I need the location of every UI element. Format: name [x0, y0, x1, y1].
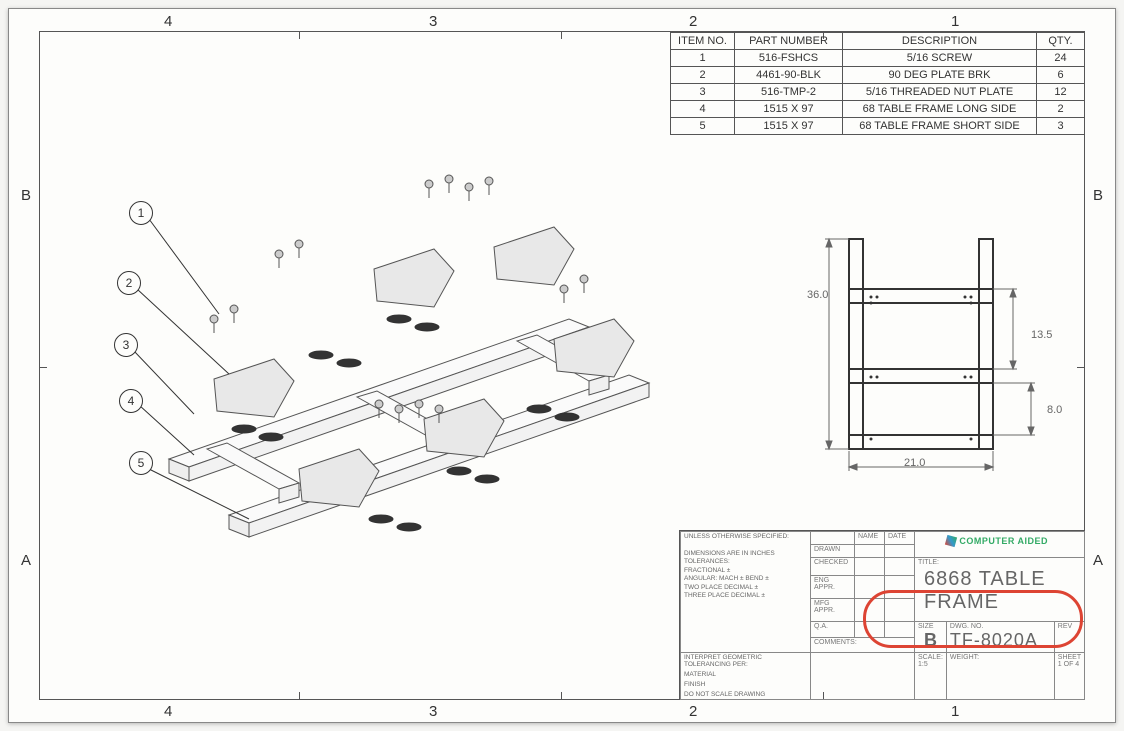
tb-date-header: DATE	[885, 532, 915, 545]
right-ortho-view	[799, 229, 1069, 479]
zone-col-4-top: 4	[164, 13, 172, 30]
tb-drawn: DRAWN	[811, 545, 855, 558]
tb-engappr: ENG APPR.	[811, 575, 855, 598]
tick	[299, 692, 300, 700]
zone-col-1-top: 1	[951, 13, 959, 30]
company-logo: COMPUTER AIDED	[946, 536, 1048, 546]
bom-table: ITEM NO. PART NUMBER DESCRIPTION QTY. 15…	[670, 32, 1085, 135]
bom-h-desc: DESCRIPTION	[843, 33, 1037, 50]
balloon-3: 3	[114, 333, 138, 357]
tb-rev-label: REV	[1054, 622, 1084, 653]
tb-notes: UNLESS OTHERWISE SPECIFIED: DIMENSIONS A…	[684, 533, 807, 601]
bom-row: 41515 X 9768 TABLE FRAME LONG SIDE2	[671, 101, 1085, 118]
drawing-title: 6868 TABLE FRAME	[918, 566, 1081, 620]
tb-weight: WEIGHT:	[946, 653, 1054, 700]
bom-row: 3516-TMP-25/16 THREADED NUT PLATE12	[671, 84, 1085, 101]
bom-row: 51515 X 9768 TABLE FRAME SHORT SIDE3	[671, 118, 1085, 135]
tb-title-label: TITLE:	[918, 559, 1081, 566]
zone-col-3-top: 3	[429, 13, 437, 30]
bom-h-item: ITEM NO.	[671, 33, 735, 50]
tb-name-header: NAME	[855, 532, 885, 545]
dim-13-5: 13.5	[1031, 329, 1052, 341]
zone-row-a-left: A	[21, 552, 31, 569]
tb-checked: CHECKED	[811, 558, 855, 576]
tb-scale: SCALE: 1:5	[915, 653, 947, 700]
tb-comments: COMMENTS:	[811, 637, 915, 653]
drawing-sheet: 4 3 2 1 4 3 2 1 B B A A ITEM NO. PART NU…	[8, 8, 1116, 723]
dim-36: 36.0	[807, 289, 828, 301]
zone-col-3-bot: 3	[429, 703, 437, 720]
title-block: UNLESS OTHERWISE SPECIFIED: DIMENSIONS A…	[679, 530, 1085, 700]
bom-row: 24461-90-BLK90 DEG PLATE BRK6	[671, 67, 1085, 84]
tick	[561, 31, 562, 39]
zone-col-4-bot: 4	[164, 703, 172, 720]
zone-col-2-bot: 2	[689, 703, 697, 720]
tick	[1077, 367, 1085, 368]
balloon-5: 5	[129, 451, 153, 475]
dim-21: 21.0	[904, 457, 925, 469]
dim-8: 8.0	[1047, 404, 1062, 416]
tb-mfgappr: MFG APPR.	[811, 598, 855, 621]
tick	[39, 367, 47, 368]
tick	[299, 31, 300, 39]
balloon-2: 2	[117, 271, 141, 295]
exploded-assembly-view	[99, 159, 719, 599]
zone-col-1-bot: 1	[951, 703, 959, 720]
tick	[561, 692, 562, 700]
tb-sheet: SHEET 1 OF 4	[1054, 653, 1084, 700]
tb-dwgno-label: DWG. NO.	[950, 623, 1051, 630]
zone-row-b-right: B	[1093, 187, 1103, 204]
zone-row-a-right: A	[1093, 552, 1103, 569]
tb-size-label: SIZE	[918, 623, 943, 630]
tb-qa: Q.A.	[811, 622, 855, 638]
tb-size: B	[918, 630, 943, 651]
zone-col-2-top: 2	[689, 13, 697, 30]
drawing-number: TF-8020A	[950, 630, 1051, 651]
balloon-1: 1	[129, 201, 153, 225]
bom-row: 1516-FSHCS5/16 SCREW24	[671, 50, 1085, 67]
balloon-4: 4	[119, 389, 143, 413]
bom-h-part: PART NUMBER	[735, 33, 843, 50]
bom-h-qty: QTY.	[1037, 33, 1085, 50]
zone-row-b-left: B	[21, 187, 31, 204]
